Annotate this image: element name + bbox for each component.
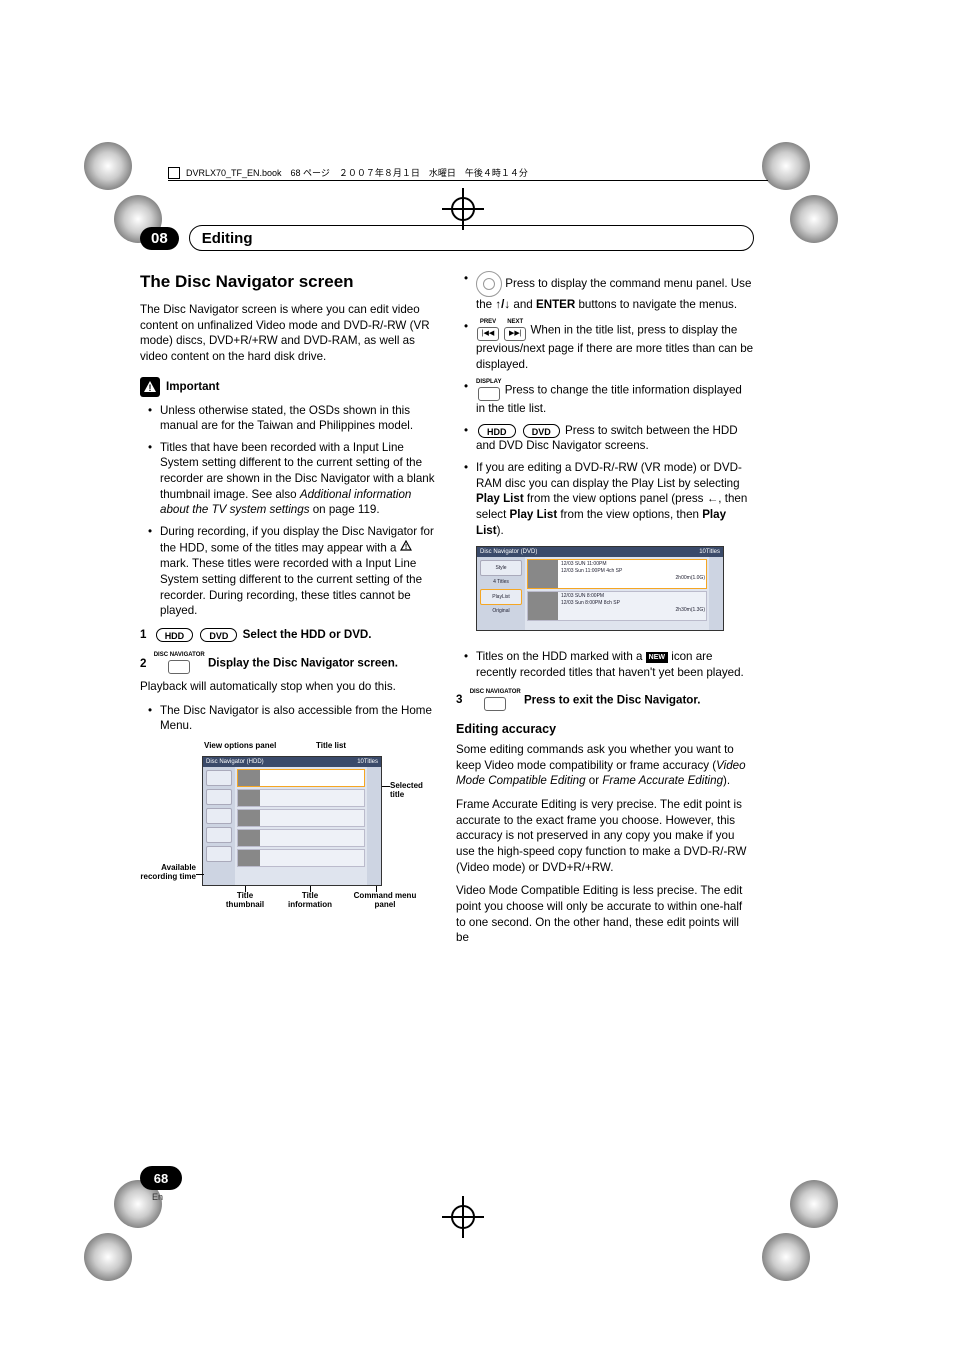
bullet-prev-next: PREV|◀◀ NEXT▶▶| When in the title list, …: [466, 319, 754, 373]
bullet-command-menu: Press to display the command menu panel.…: [466, 271, 754, 313]
label-title-info: Title information: [280, 892, 340, 910]
heading-disc-navigator: The Disc Navigator screen: [140, 271, 438, 294]
svg-text:!: !: [149, 383, 152, 393]
bullet-playlist: If you are editing a DVD-R/-RW (VR mode)…: [466, 460, 754, 538]
key-icon: [168, 660, 190, 674]
up-down-arrow-icon: ↑/↓: [495, 298, 510, 311]
label-command-panel: Command menu panel: [350, 892, 420, 910]
label-title-thumb: Title thumbnail: [220, 892, 270, 910]
registration-mark-bottom: [446, 1200, 480, 1234]
right-column: Press to display the command menu panel.…: [456, 271, 754, 954]
step-3-text: Press to exit the Disc Navigator.: [524, 693, 701, 706]
key-icon-2: [484, 697, 506, 711]
bullet-display: DISPLAY Press to change the title inform…: [466, 379, 754, 417]
next-key[interactable]: NEXT▶▶|: [503, 319, 527, 342]
accuracy-p3: Video Mode Compatible Editing is less pr…: [456, 883, 754, 946]
heading-editing-accuracy: Editing accuracy: [456, 721, 754, 738]
step-1-text: Select the HDD or DVD.: [243, 628, 372, 641]
disc-navigator-key[interactable]: DISC NAVIGATOR: [154, 652, 205, 675]
playlist-option[interactable]: PlayList: [480, 589, 522, 605]
label-view-options: View options panel: [204, 742, 276, 751]
step-2-text: Display the Disc Navigator screen.: [208, 657, 398, 670]
nav-row-selected: [237, 769, 365, 787]
page-number: 68: [140, 1166, 182, 1190]
important-heading: ! Important: [140, 377, 438, 397]
corner-shade-tl: [84, 142, 132, 190]
navigator-screenshot: Disc Navigator (HDD) 10Titles: [202, 756, 382, 886]
nav-command-panel: [367, 767, 381, 885]
svg-text:!: !: [405, 544, 407, 551]
registration-mark-top: [446, 192, 480, 226]
intro-paragraph: The Disc Navigator screen is where you c…: [140, 302, 438, 365]
file-header-text: DVRLX70_TF_EN.book 68 ページ ２００７年８月１日 水曜日 …: [186, 166, 528, 179]
corner-shade-bl2: [84, 1233, 132, 1281]
language-label: En: [152, 1192, 163, 1202]
nav-header: Disc Navigator (HDD) 10Titles: [203, 757, 381, 767]
corner-shade-tr2: [790, 195, 838, 243]
step-1: 1 HDD DVD Select the HDD or DVD.: [140, 627, 438, 643]
book-icon: [168, 167, 180, 179]
playlist-diagram: Disc Navigator (DVD) 10Titles Style 4 Ti…: [456, 546, 754, 641]
section-title: Editing: [189, 225, 754, 251]
hdd-pill[interactable]: HDD: [478, 424, 516, 438]
header-rule: [168, 180, 768, 181]
new-badge-icon: NEW: [646, 652, 668, 663]
navigator-diagram: View options panel Title list Disc Navig…: [140, 742, 438, 932]
left-arrow-icon: ←: [707, 492, 719, 505]
bullet-new-titles: Titles on the HDD marked with a NEW icon…: [466, 649, 754, 680]
corner-shade-br2: [762, 1233, 810, 1281]
step-3: 3 DISC NAVIGATOR Press to exit the Disc …: [456, 689, 754, 712]
label-available-time: Available recording time: [140, 864, 196, 882]
nav-title-list: [235, 767, 367, 885]
running-header: DVRLX70_TF_EN.book 68 ページ ２００７年８月１日 水曜日 …: [168, 166, 768, 179]
display-key[interactable]: DISPLAY: [476, 379, 501, 402]
step-2: 2 DISC NAVIGATOR Display the Disc Naviga…: [140, 652, 438, 675]
prev-key[interactable]: PREV|◀◀: [476, 319, 500, 342]
nav-sidebar: [203, 767, 235, 885]
important-label: Important: [166, 379, 219, 395]
corner-shade-br: [790, 1180, 838, 1228]
disc-navigator-key-2[interactable]: DISC NAVIGATOR: [470, 689, 521, 712]
nav2-header: Disc Navigator (DVD) 10Titles: [477, 547, 723, 557]
dvd-pill[interactable]: DVD: [523, 424, 560, 438]
chapter-number: 08: [140, 227, 179, 250]
step-2-bullet: The Disc Navigator is also accessible fr…: [150, 703, 438, 734]
accuracy-p2: Frame Accurate Editing is very precise. …: [456, 797, 754, 875]
important-icon: !: [140, 377, 160, 397]
hdd-button[interactable]: HDD: [156, 628, 194, 642]
warning-triangle-icon: !: [400, 540, 412, 557]
bullet-during-recording: During recording, if you display the Dis…: [150, 524, 438, 619]
accuracy-p1: Some editing commands ask you whether yo…: [456, 742, 754, 789]
step-2-note: Playback will automatically stop when yo…: [140, 679, 438, 695]
corner-shade-tr: [762, 142, 810, 190]
bullet-osd: Unless otherwise stated, the OSDs shown …: [150, 403, 438, 434]
bullet-hdd-dvd-switch: HDD DVD Press to switch between the HDD …: [466, 423, 754, 454]
label-selected-title: Selected title: [390, 782, 438, 800]
left-column: The Disc Navigator screen The Disc Navig…: [140, 271, 438, 954]
bullet-input-line: Titles that have been recorded with a In…: [150, 440, 438, 518]
dpad-icon[interactable]: [476, 271, 502, 297]
dvd-button[interactable]: DVD: [200, 628, 237, 642]
label-title-list: Title list: [316, 742, 346, 751]
chapter-header: 08 Editing: [140, 225, 754, 251]
